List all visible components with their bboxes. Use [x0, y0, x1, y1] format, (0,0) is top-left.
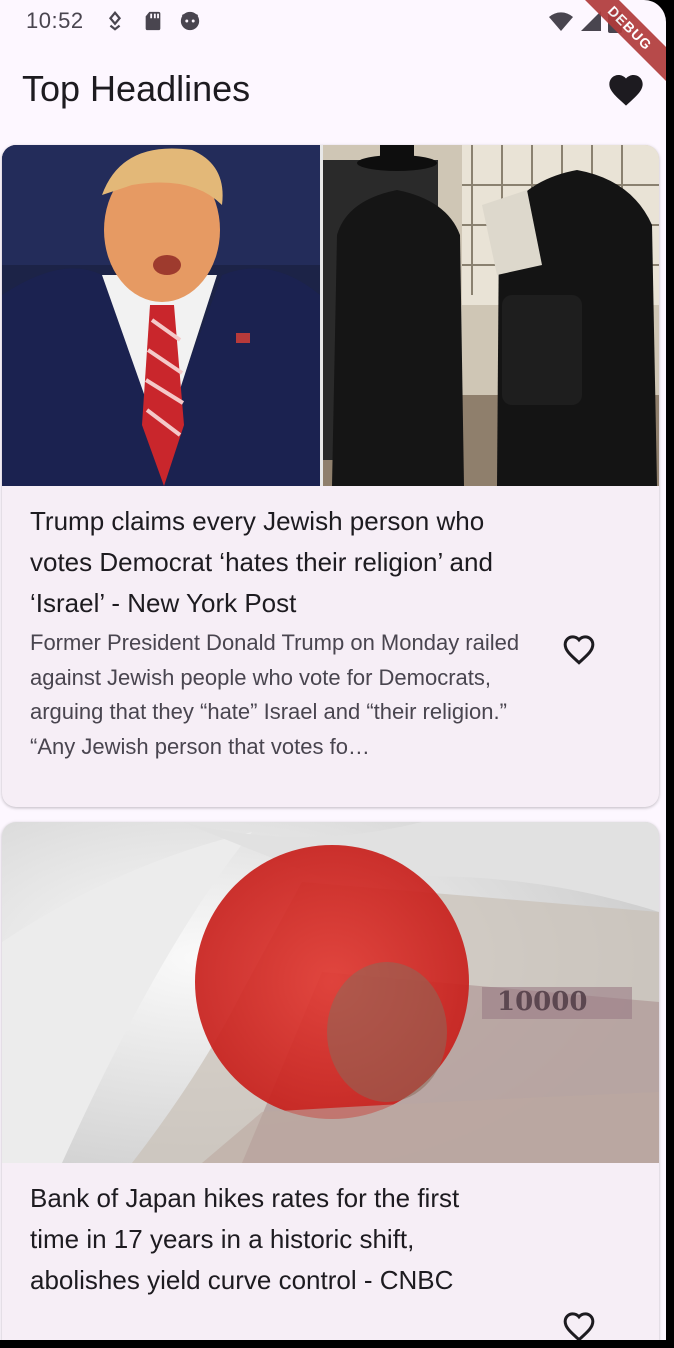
favorites-button[interactable]: [606, 70, 646, 110]
article-title: Trump claims every Jewish person who vot…: [30, 506, 493, 618]
article-title: Bank of Japan hikes rates for the first …: [30, 1183, 460, 1295]
heart-outline-icon: [563, 1312, 595, 1340]
article-card[interactable]: Trump claims every Jewish person who vot…: [2, 145, 659, 807]
article-description: Former President Donald Trump on Monday …: [30, 630, 520, 759]
status-bar: 10:52: [0, 0, 666, 44]
article-image: 10000: [2, 822, 659, 1163]
heart-outline-icon: [563, 635, 595, 665]
status-time: 10:52: [26, 8, 84, 33]
article-card[interactable]: 10000 Bank of Japan hikes rates for the …: [2, 822, 659, 1340]
news-photo: 10000: [2, 822, 659, 1163]
page-title: Top Headlines: [22, 68, 251, 109]
like-button[interactable]: [559, 1306, 599, 1340]
sd-card-icon: [145, 11, 161, 31]
app-screen: 10:52 DEBUG Top Headlines Trump claims e…: [0, 0, 666, 1340]
heart-filled-icon: [609, 75, 643, 106]
like-button[interactable]: [559, 629, 599, 669]
news-photo: [2, 145, 659, 486]
location-icon: [108, 11, 122, 31]
app-bar: Top Headlines: [0, 44, 666, 134]
svg-text:10000: 10000: [497, 987, 587, 1017]
android-icon: [180, 11, 200, 31]
article-image: [2, 145, 659, 486]
wifi-icon: [549, 12, 573, 31]
